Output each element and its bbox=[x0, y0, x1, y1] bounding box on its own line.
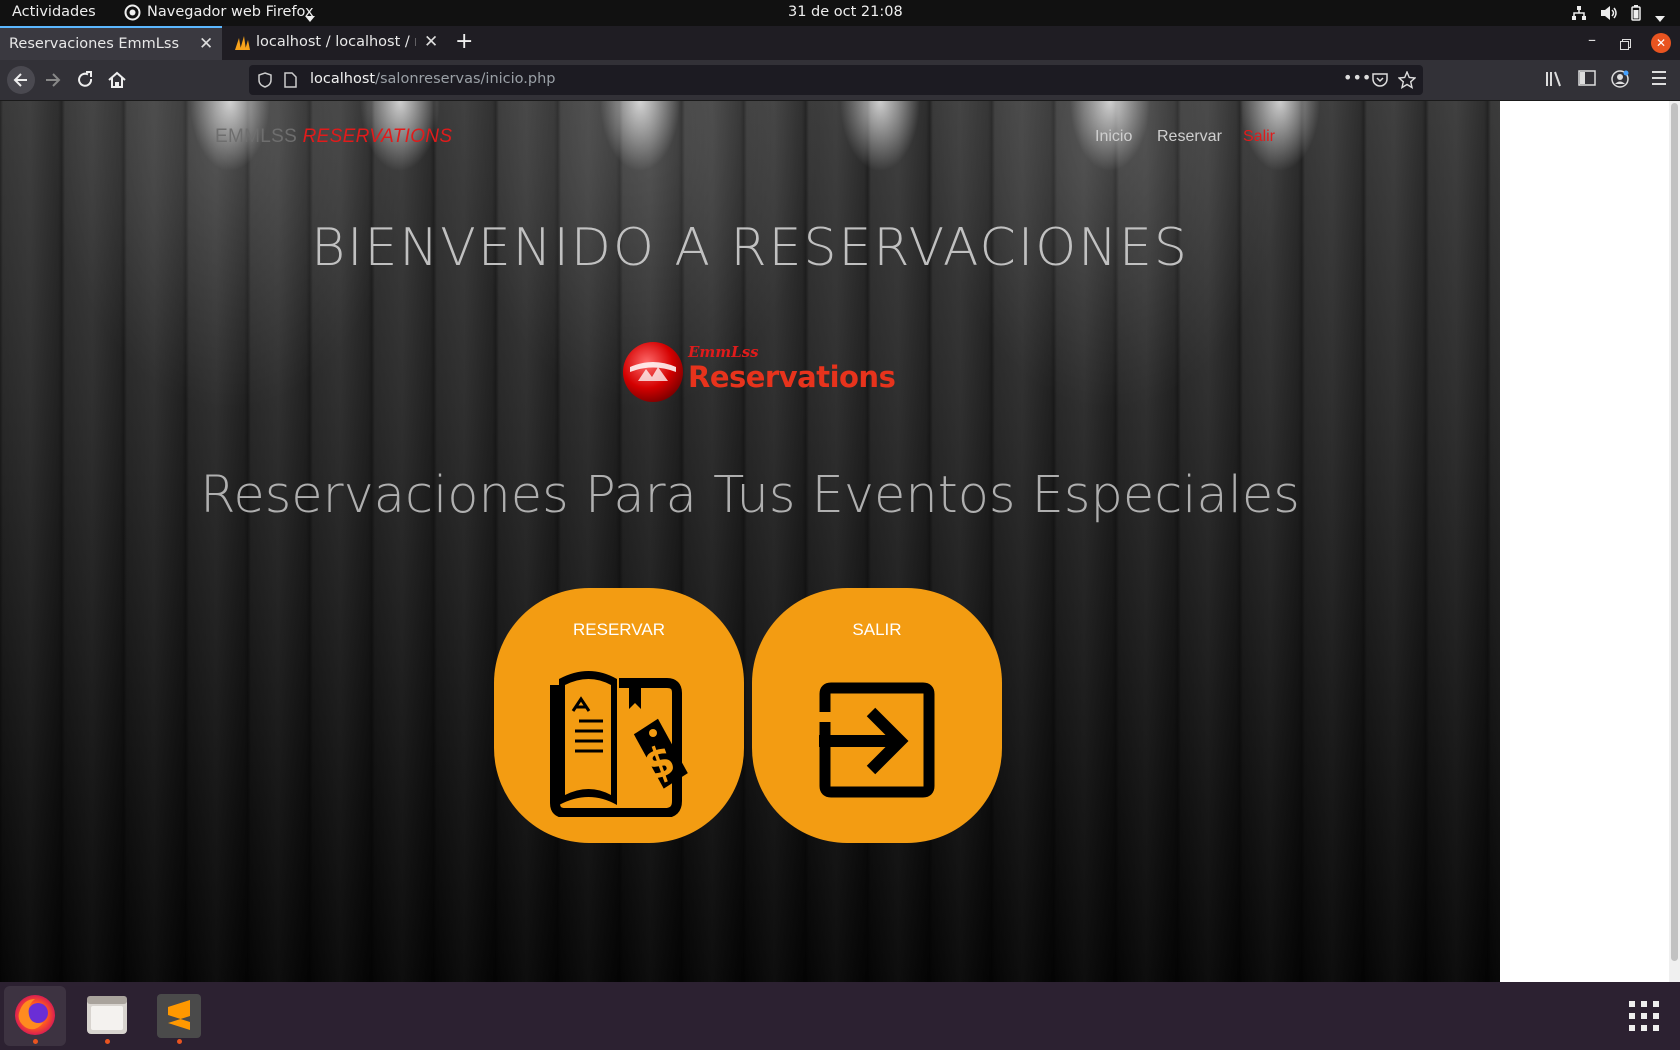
nav-toolbar: localhost/salonreservas/inicio.php ••• bbox=[0, 60, 1680, 101]
sublime-text-icon bbox=[157, 994, 201, 1038]
scrollbar-thumb[interactable] bbox=[1671, 103, 1678, 961]
new-tab-icon[interactable]: + bbox=[455, 29, 473, 54]
menu-salir[interactable]: Salir bbox=[1243, 128, 1275, 146]
dock-firefox[interactable] bbox=[4, 986, 66, 1046]
scrollbar[interactable] bbox=[1669, 101, 1680, 982]
files-icon bbox=[87, 996, 127, 1034]
hero-title: BIENVENIDO A RESERVACIONES bbox=[311, 218, 1189, 278]
salir-card-button[interactable]: SALIR bbox=[752, 588, 1002, 843]
reload-button[interactable] bbox=[73, 68, 97, 92]
system-menu-chevron-icon[interactable] bbox=[1655, 10, 1665, 26]
show-applications-icon[interactable] bbox=[1629, 1001, 1659, 1035]
menu-reservar[interactable]: Reservar bbox=[1157, 128, 1222, 146]
minimize-window-icon[interactable]: – bbox=[1588, 30, 1596, 49]
bookmark-star-icon[interactable] bbox=[1397, 70, 1417, 93]
tab-strip: Reservaciones EmmLss ✕ localhost / local… bbox=[0, 26, 1680, 60]
tab-reservaciones[interactable]: Reservaciones EmmLss ✕ bbox=[0, 26, 222, 60]
running-indicator bbox=[177, 1039, 182, 1044]
firefox-icon bbox=[15, 995, 55, 1035]
back-button[interactable] bbox=[7, 66, 35, 94]
pocket-icon[interactable] bbox=[1372, 72, 1388, 92]
tracking-shield-icon[interactable] bbox=[258, 72, 272, 92]
account-icon[interactable] bbox=[1610, 69, 1634, 93]
exit-arrow-icon bbox=[819, 682, 935, 798]
firefox-small-icon bbox=[124, 4, 141, 25]
running-indicator bbox=[33, 1039, 38, 1044]
battery-icon[interactable] bbox=[1628, 5, 1644, 25]
site-brand[interactable]: EMMLSS RESERVATIONS bbox=[215, 126, 452, 148]
restore-window-icon[interactable] bbox=[1620, 35, 1631, 54]
hamburger-menu-icon[interactable] bbox=[1650, 70, 1674, 94]
logo-main-text: Reservations bbox=[688, 360, 896, 394]
tab-label: Reservaciones EmmLss bbox=[9, 36, 179, 52]
reservar-card-button[interactable]: RESERVAR $ bbox=[494, 588, 744, 843]
dock-sublime-text[interactable] bbox=[148, 986, 210, 1046]
logo-top-text: EmmLss bbox=[688, 343, 759, 361]
page-actions-icon[interactable]: ••• bbox=[1343, 68, 1371, 87]
url-bar[interactable]: localhost/salonreservas/inicio.php ••• bbox=[249, 65, 1423, 95]
system-top-bar: Actividades Navegador web Firefox 31 de … bbox=[0, 0, 1680, 26]
tab-label: localhost / localhost / re bbox=[256, 34, 416, 50]
site-page: EMMLSS RESERVATIONS Inicio Reservar Sali… bbox=[0, 101, 1500, 982]
running-indicator bbox=[105, 1039, 110, 1044]
clock[interactable]: 31 de oct 21:08 bbox=[788, 4, 903, 20]
home-button[interactable] bbox=[105, 68, 129, 92]
site-logo: EmmLss Reservations bbox=[622, 339, 896, 409]
activities-button[interactable]: Actividades bbox=[12, 4, 96, 20]
url-text[interactable]: localhost/salonreservas/inicio.php bbox=[310, 71, 556, 87]
ubuntu-dock bbox=[0, 982, 1680, 1050]
card-label: SALIR bbox=[852, 620, 902, 639]
close-tab-icon[interactable]: ✕ bbox=[424, 32, 438, 52]
page-info-icon[interactable] bbox=[284, 72, 297, 92]
url-host: localhost bbox=[310, 71, 376, 87]
close-window-icon[interactable]: ✕ bbox=[1651, 33, 1671, 53]
phpmyadmin-favicon-icon bbox=[234, 35, 251, 55]
volume-icon[interactable] bbox=[1600, 5, 1618, 25]
dock-files[interactable] bbox=[76, 986, 138, 1046]
tab-phpmyadmin[interactable]: localhost / localhost / re ✕ bbox=[226, 26, 444, 60]
network-icon[interactable] bbox=[1571, 5, 1587, 25]
brand-accent: RESERVATIONS bbox=[302, 126, 453, 147]
hero-subtitle: Reservaciones Para Tus Eventos Especiale… bbox=[200, 466, 1300, 525]
app-menu-chevron-icon[interactable] bbox=[305, 10, 315, 26]
page-viewport: EMMLSS RESERVATIONS Inicio Reservar Sali… bbox=[0, 101, 1680, 982]
close-tab-icon[interactable]: ✕ bbox=[199, 34, 213, 54]
app-menu[interactable]: Navegador web Firefox bbox=[147, 4, 314, 20]
url-path: /salonreservas/inicio.php bbox=[375, 71, 556, 87]
brand-name: EMMLSS bbox=[215, 126, 298, 147]
forward-button[interactable] bbox=[41, 68, 65, 92]
reservation-book-icon: $ bbox=[550, 671, 688, 817]
sidebar-toggle-icon[interactable] bbox=[1578, 69, 1602, 93]
card-label: RESERVAR bbox=[573, 620, 665, 639]
menu-inicio[interactable]: Inicio bbox=[1095, 128, 1132, 146]
library-icon[interactable] bbox=[1544, 69, 1568, 93]
